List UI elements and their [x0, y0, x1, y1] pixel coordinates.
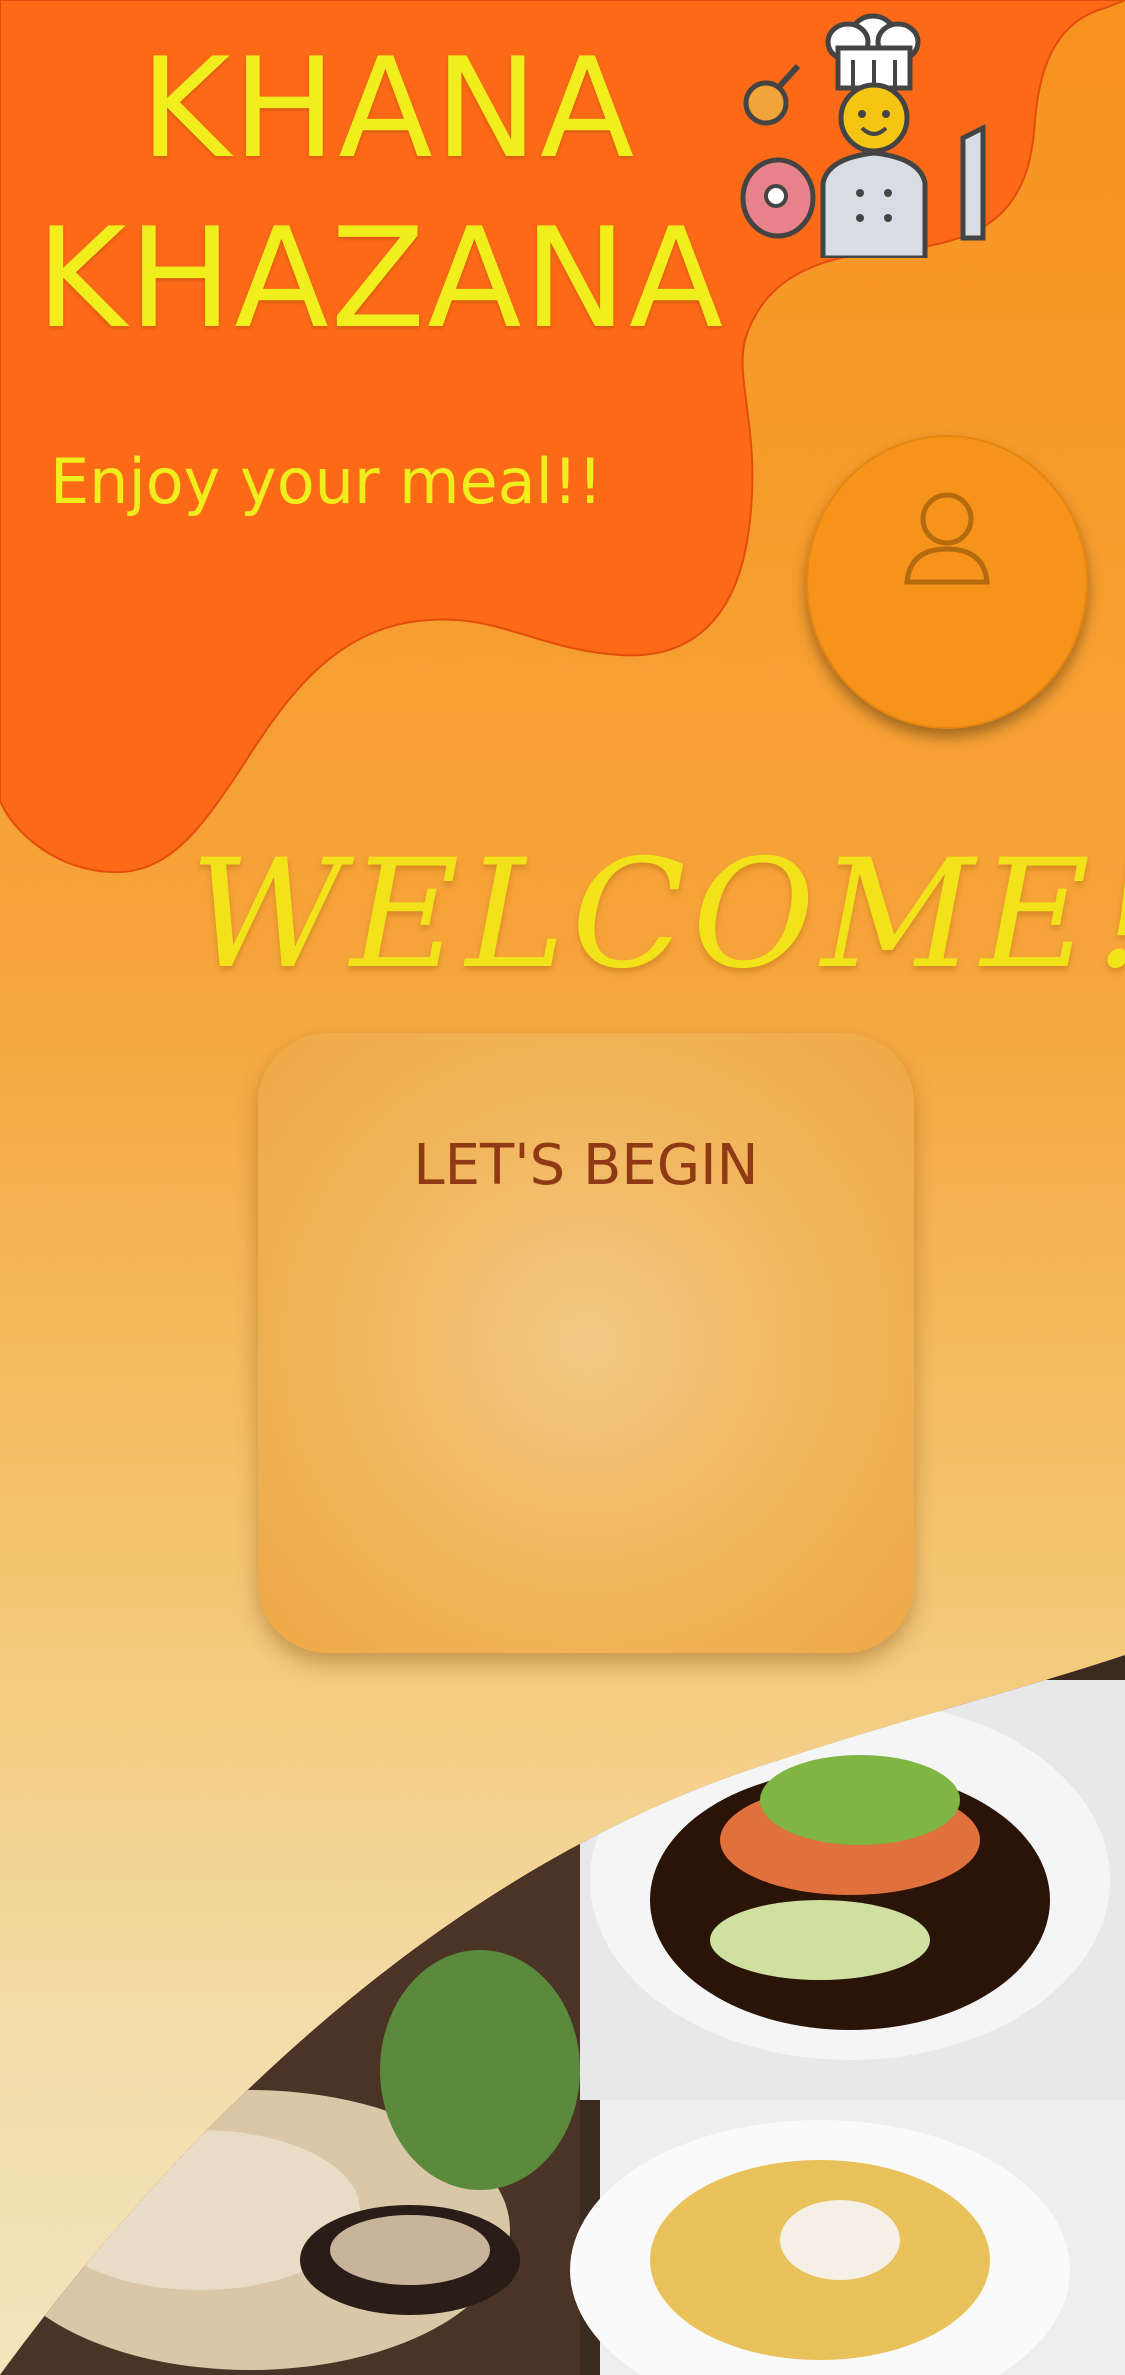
- profile-button[interactable]: [806, 435, 1088, 729]
- lets-begin-button[interactable]: LET'S BEGIN: [258, 1033, 914, 1653]
- food-collage-image: [0, 1655, 1125, 2375]
- tagline: Enjoy your meal!!: [50, 445, 603, 518]
- chef-icon: [740, 13, 986, 258]
- brand-title-line1: KHANA: [140, 28, 637, 189]
- brand-title-line2: KHAZANA: [36, 198, 726, 359]
- user-icon: [904, 492, 990, 585]
- welcome-heading: WELCOME!: [190, 828, 1125, 1002]
- lets-begin-label: LET'S BEGIN: [413, 1133, 759, 1198]
